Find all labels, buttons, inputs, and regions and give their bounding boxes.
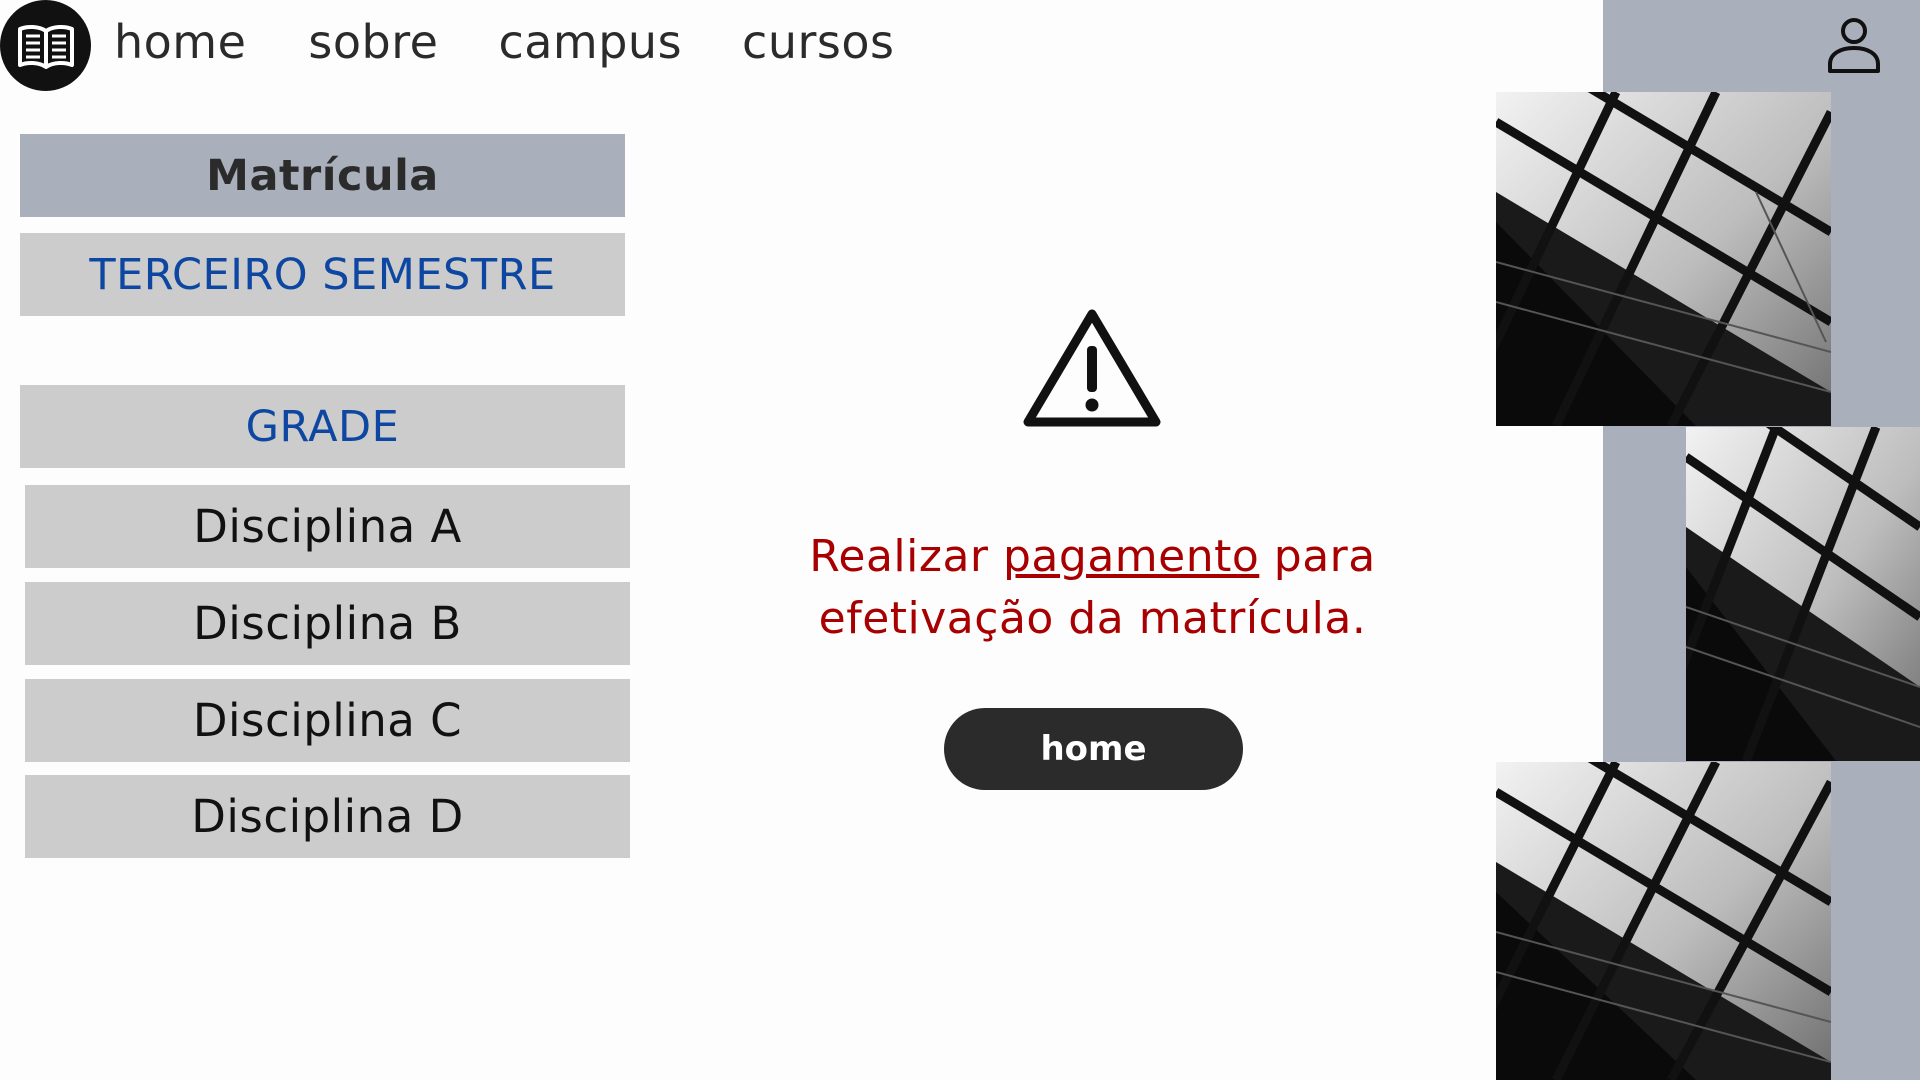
- matricula-title: Matrícula: [206, 150, 439, 201]
- payment-alert-message: Realizar pagamento para efetivação da ma…: [740, 526, 1445, 650]
- building-photo-3: [1496, 762, 1831, 1080]
- top-nav: home sobre campus cursos: [114, 12, 894, 72]
- grade-header: GRADE: [20, 385, 625, 468]
- nav-home-link[interactable]: home: [114, 15, 246, 69]
- alert-text-before: Realizar: [809, 531, 1003, 582]
- home-button[interactable]: home: [944, 708, 1243, 790]
- logo-book-icon[interactable]: [0, 0, 91, 91]
- payment-link[interactable]: pagamento: [1003, 531, 1259, 582]
- building-photo-1: [1496, 92, 1831, 426]
- discipline-item-c[interactable]: Disciplina C: [25, 679, 630, 762]
- discipline-label: Disciplina A: [193, 500, 462, 553]
- user-profile-icon[interactable]: [1826, 16, 1882, 74]
- nav-cursos-link[interactable]: cursos: [742, 15, 894, 69]
- nav-campus-link[interactable]: campus: [498, 15, 682, 69]
- semester-label: TERCEIRO SEMESTRE: [89, 249, 556, 300]
- warning-icon: [1023, 309, 1161, 427]
- discipline-label: Disciplina B: [193, 597, 462, 650]
- grade-label: GRADE: [245, 401, 400, 452]
- semester-box: TERCEIRO SEMESTRE: [20, 233, 625, 316]
- discipline-label: Disciplina D: [191, 790, 464, 843]
- open-book-icon: [17, 24, 74, 69]
- matricula-title-box: Matrícula: [20, 134, 625, 217]
- discipline-item-b[interactable]: Disciplina B: [25, 582, 630, 665]
- nav-sobre-link[interactable]: sobre: [308, 15, 438, 69]
- discipline-item-d[interactable]: Disciplina D: [25, 775, 630, 858]
- discipline-label: Disciplina C: [192, 694, 463, 747]
- building-photo-2: [1686, 427, 1920, 761]
- discipline-item-a[interactable]: Disciplina A: [25, 485, 630, 568]
